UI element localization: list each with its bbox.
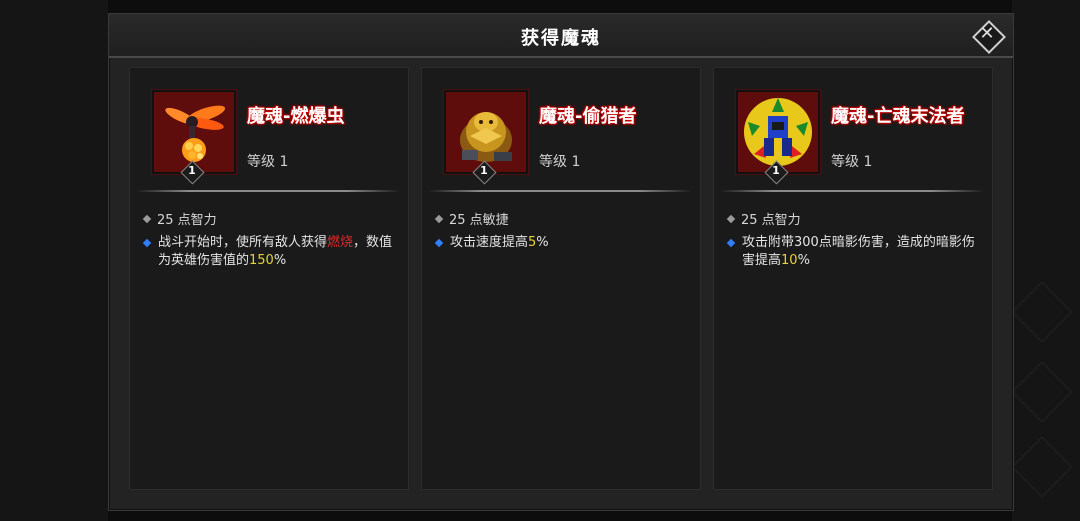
bullet-icon [434, 214, 444, 224]
effect-text-part: % [536, 235, 549, 250]
effect-description: 战斗开始时，使所有敌人获得燃烧，数值为英雄伤害值的150% [142, 234, 402, 270]
close-button[interactable]: ✕ [972, 20, 1006, 54]
soul-card: 1 魔魂-亡魂末法者 等级 1 25 点智力 攻击附带300点暗影伤害，造成的暗… [713, 67, 993, 490]
stat-text: 25 点敏捷 [449, 213, 509, 228]
stat-line: 25 点智力 [142, 209, 217, 228]
bullet-icon [726, 214, 736, 224]
effect-text-part: 攻击速度提高 [450, 235, 529, 250]
soul-name: 魔魂-燃爆虫 [247, 106, 345, 127]
stat-line: 25 点敏捷 [434, 209, 509, 228]
effect-text-part: % [797, 253, 810, 268]
level-badge-number: 1 [480, 164, 488, 177]
bullet-icon [142, 238, 152, 248]
effect-text: 攻击附带300点暗影伤害，造成的暗影伤害提高10% [742, 234, 986, 270]
soul-name: 魔魂-偷猎者 [539, 106, 637, 127]
effect-description: 攻击速度提高5% [434, 234, 694, 252]
effect-text: 战斗开始时，使所有敌人获得燃烧，数值为英雄伤害值的150% [158, 234, 402, 270]
soul-name: 魔魂-亡魂末法者 [831, 106, 965, 127]
soul-card: 1 魔魂-燃爆虫 等级 1 25 点智力 战斗开始时，使所有敌人获得燃烧，数值为… [129, 67, 409, 490]
soul-level: 等级 1 [539, 154, 581, 170]
effect-value: 150 [249, 253, 274, 268]
level-badge: 1 [472, 160, 497, 185]
bullet-icon [726, 238, 736, 248]
soul-level: 等级 1 [247, 154, 289, 170]
divider [136, 190, 400, 192]
effect-text-part: 攻击附带300点暗影伤害，造成的暗影伤害提高 [742, 235, 975, 268]
effect-keyword: 燃烧 [327, 235, 354, 250]
dialog-header: 获得魔魂 ✕ [109, 14, 1013, 58]
soul-card: 1 魔魂-偷猎者 等级 1 25 点敏捷 攻击速度提高5% [421, 67, 701, 490]
divider [428, 190, 692, 192]
effect-value: 10 [781, 253, 798, 268]
bullet-icon [142, 214, 152, 224]
divider [720, 190, 984, 192]
effect-description: 攻击附带300点暗影伤害，造成的暗影伤害提高10% [726, 234, 986, 270]
stat-text: 25 点智力 [157, 213, 217, 228]
level-badge-number: 1 [772, 164, 780, 177]
soul-level: 等级 1 [831, 154, 873, 170]
effect-text: 攻击速度提高5% [450, 234, 694, 252]
effect-text-part: 战斗开始时，使所有敌人获得 [158, 235, 328, 250]
stat-text: 25 点智力 [741, 213, 801, 228]
background-left-panel [0, 0, 108, 521]
close-icon: ✕ [979, 23, 995, 44]
bullet-icon [434, 238, 444, 248]
stat-line: 25 点智力 [726, 209, 801, 228]
soul-reward-dialog: 获得魔魂 ✕ 1 魔魂-燃爆虫 等级 1 25 点智力 战斗开始时，使所有敌人获… [108, 13, 1014, 511]
level-badge: 1 [764, 160, 789, 185]
level-badge: 1 [180, 160, 205, 185]
dialog-title: 获得魔魂 [521, 28, 601, 49]
level-badge-number: 1 [188, 164, 196, 177]
effect-text-part: % [273, 253, 287, 268]
